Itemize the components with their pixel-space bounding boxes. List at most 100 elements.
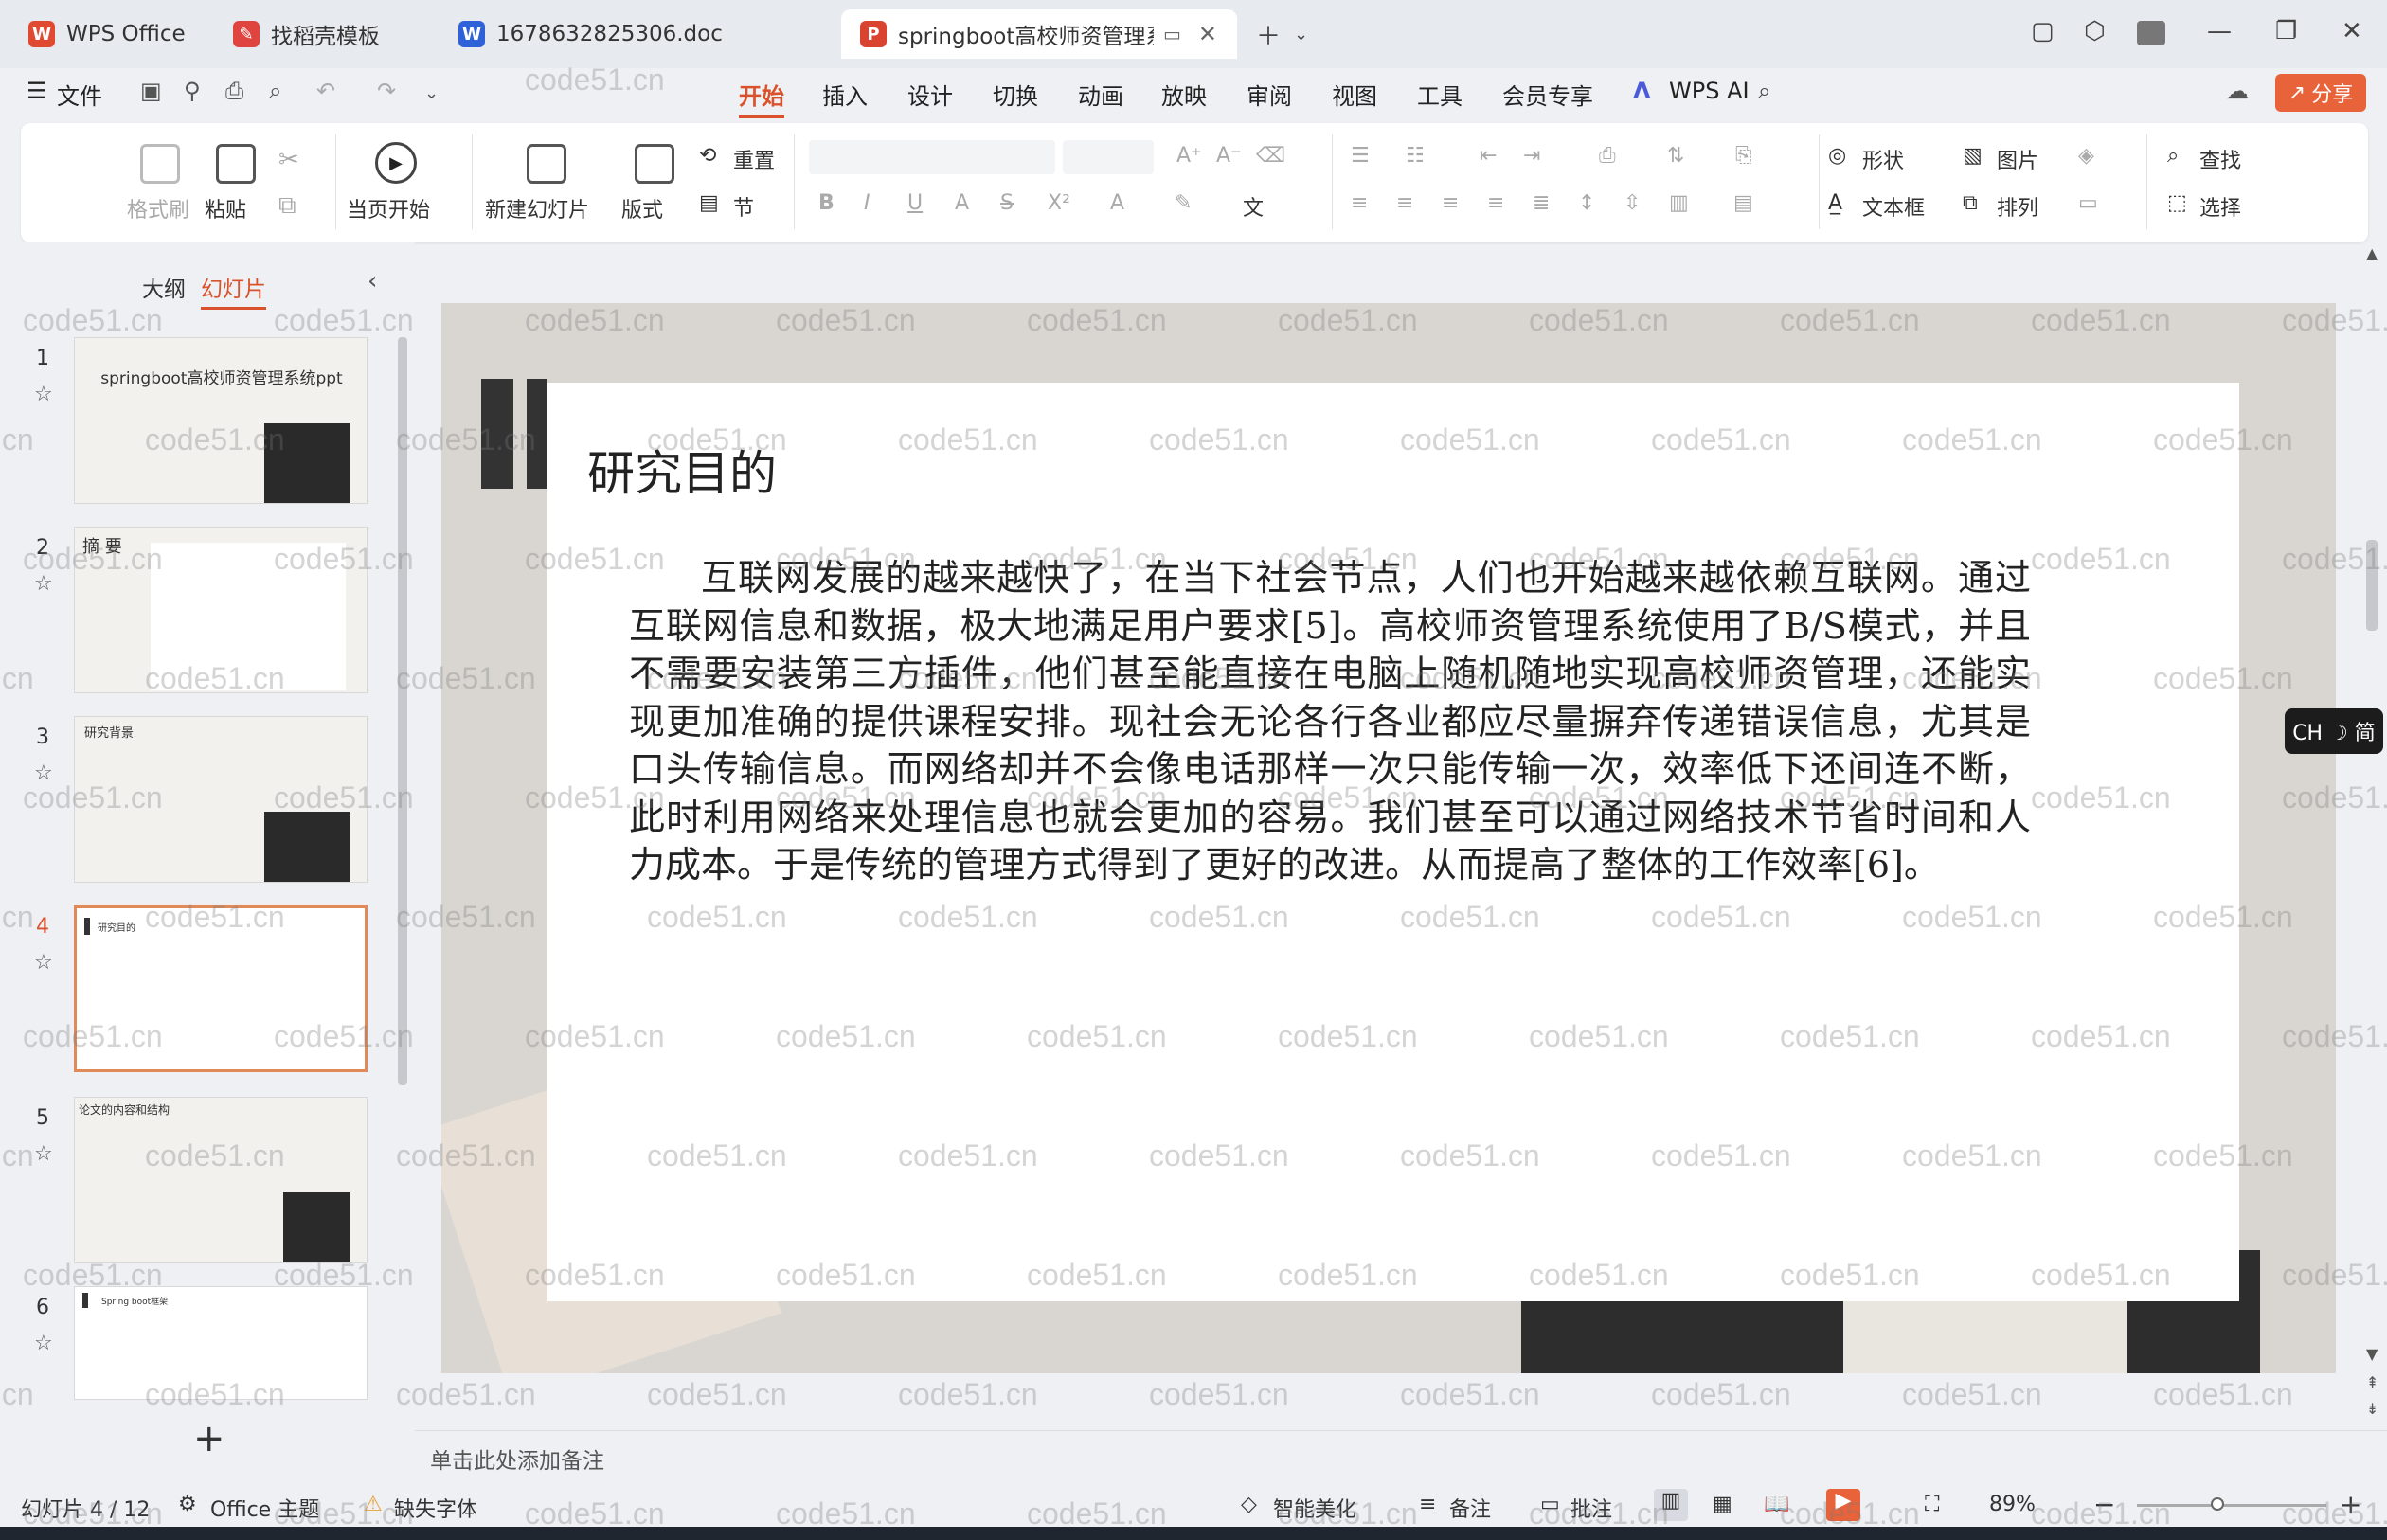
zoom-in-icon[interactable]: + bbox=[2340, 1489, 2361, 1520]
tab-docer[interactable]: ✎ 找稻壳模板 bbox=[214, 9, 428, 59]
maximize-icon[interactable]: ❐ bbox=[2275, 17, 2297, 45]
shadow-icon[interactable]: A bbox=[955, 191, 969, 215]
slide-thumbnail-2[interactable]: 摘 要 bbox=[74, 527, 368, 693]
normal-view-icon[interactable]: ▥ bbox=[1654, 1489, 1688, 1521]
section-button[interactable]: 节 bbox=[733, 191, 754, 222]
avatar[interactable] bbox=[2137, 21, 2165, 45]
slide-title[interactable]: 研究目的 bbox=[587, 436, 777, 504]
slide-sorter-icon[interactable]: ▦ bbox=[1713, 1493, 1732, 1516]
slide-thumbnail-1[interactable]: springboot高校师资管理系统ppt bbox=[74, 337, 368, 504]
monitor-icon[interactable]: ▭ bbox=[1163, 23, 1181, 45]
menu-member[interactable]: 会员专享 bbox=[1502, 78, 1593, 111]
distribute-icon[interactable]: ≣ bbox=[1533, 191, 1550, 215]
italic-icon[interactable]: I bbox=[864, 191, 870, 215]
copy-icon[interactable]: ⧉ bbox=[278, 191, 296, 221]
font-family-select[interactable] bbox=[809, 140, 1055, 174]
text-direction-icon[interactable]: ⎙ bbox=[1599, 144, 1616, 168]
save-icon[interactable]: ▣ bbox=[140, 78, 162, 104]
star-icon[interactable]: ☆ bbox=[34, 761, 53, 785]
cut-icon[interactable]: ✂ bbox=[278, 146, 299, 174]
line-spacing-icon[interactable]: ↕ bbox=[1578, 191, 1595, 215]
reset-button[interactable]: 重置 bbox=[733, 144, 775, 174]
scroll-down-icon[interactable]: ▼ bbox=[2366, 1345, 2378, 1363]
cloud-upload-icon[interactable]: ☁ bbox=[2226, 78, 2249, 104]
close-window-icon[interactable]: ✕ bbox=[2342, 17, 2362, 45]
add-slide-button[interactable]: + bbox=[193, 1417, 225, 1460]
comments-button[interactable]: 批注 bbox=[1570, 1493, 1612, 1523]
redo-icon[interactable]: ↷ bbox=[377, 78, 396, 104]
close-tab-icon[interactable]: ✕ bbox=[1198, 21, 1217, 47]
shape-button[interactable]: 形状 bbox=[1862, 144, 1904, 174]
menu-animation[interactable]: 动画 bbox=[1078, 78, 1123, 111]
chevron-down-icon[interactable]: ⌄ bbox=[1294, 25, 1308, 45]
format-brush-button[interactable]: 格式刷 bbox=[127, 193, 189, 224]
missing-font-link[interactable]: 缺失字体 bbox=[394, 1493, 477, 1523]
zoom-slider-thumb[interactable] bbox=[2211, 1497, 2224, 1511]
decrease-indent-icon[interactable]: ⇤ bbox=[1480, 144, 1497, 168]
theme-name[interactable]: Office 主题 bbox=[210, 1493, 319, 1523]
slide-thumbnail-3[interactable]: 研究背景 bbox=[74, 716, 368, 883]
customize-chevron-icon[interactable]: ⌄ bbox=[424, 83, 439, 103]
paragraph-spacing-icon[interactable]: ⇳ bbox=[1624, 191, 1641, 215]
increase-font-icon[interactable]: A⁺ bbox=[1176, 144, 1202, 168]
search-icon[interactable]: ⌕ bbox=[1758, 78, 1770, 104]
textbox-button[interactable]: 文本框 bbox=[1862, 191, 1925, 222]
highlight-icon[interactable]: ✎ bbox=[1175, 191, 1192, 215]
print-preview-icon[interactable]: ⌕ bbox=[269, 78, 281, 104]
scroll-up-icon[interactable]: ▲ bbox=[2366, 244, 2378, 262]
ime-indicator[interactable]: CH ☽ 简 bbox=[2285, 708, 2383, 754]
share-button[interactable]: ↗ 分享 bbox=[2275, 74, 2366, 112]
columns-icon[interactable]: ▥ bbox=[1669, 191, 1689, 215]
menu-home[interactable]: 开始 bbox=[739, 78, 784, 118]
menu-wps-ai[interactable]: WPS AI bbox=[1669, 78, 1750, 104]
star-icon[interactable]: ☆ bbox=[34, 1142, 53, 1166]
zoom-slider[interactable] bbox=[2137, 1504, 2326, 1507]
menu-slideshow[interactable]: 放映 bbox=[1161, 78, 1207, 111]
align-center-icon[interactable]: ≡ bbox=[1396, 191, 1413, 215]
thumbnail-scrollbar[interactable] bbox=[398, 337, 407, 1085]
select-button[interactable]: 选择 bbox=[2199, 191, 2241, 222]
star-icon[interactable]: ☆ bbox=[34, 951, 53, 975]
tab-wps-office[interactable]: W WPS Office bbox=[9, 9, 199, 59]
star-icon[interactable]: ☆ bbox=[34, 383, 53, 406]
arrange-button[interactable]: 排列 bbox=[1997, 191, 2038, 222]
undo-icon[interactable]: ↶ bbox=[316, 78, 335, 104]
prev-slide-icon[interactable]: ⇞ bbox=[2366, 1373, 2378, 1391]
collapse-panel-icon[interactable]: ‹ bbox=[368, 267, 377, 295]
canvas-scrollbar[interactable] bbox=[2366, 540, 2378, 631]
play-slideshow-icon[interactable]: ▶ bbox=[1826, 1489, 1860, 1521]
print-icon[interactable]: ⎙ bbox=[225, 78, 243, 104]
text-align-vertical-icon[interactable]: ▤ bbox=[1733, 191, 1753, 215]
bold-icon[interactable]: B bbox=[818, 191, 835, 215]
tab-slides[interactable]: 幻灯片 bbox=[201, 271, 266, 310]
window-layout-icon[interactable]: ▢ bbox=[2031, 17, 2055, 45]
tab-ppt-file[interactable]: P springboot高校师资管理系统 ▭ ✕ bbox=[841, 9, 1237, 59]
underline-icon[interactable]: U bbox=[907, 191, 923, 215]
tab-doc-file[interactable]: W 1678632825306.doc bbox=[440, 9, 835, 59]
minimize-icon[interactable]: — bbox=[2207, 17, 2232, 45]
pin-icon[interactable]: ⚲ bbox=[184, 78, 201, 104]
play-from-current-button[interactable]: 当页开始 bbox=[347, 193, 430, 224]
find-button[interactable]: 查找 bbox=[2199, 144, 2241, 174]
hamburger-icon[interactable]: ☰ bbox=[27, 78, 47, 104]
strikethrough-icon[interactable]: S bbox=[1000, 191, 1014, 215]
superscript-icon[interactable]: X² bbox=[1048, 191, 1070, 215]
menu-transition[interactable]: 切换 bbox=[993, 78, 1038, 111]
convert-icon[interactable]: ⎘ bbox=[1735, 144, 1752, 168]
next-slide-icon[interactable]: ⇟ bbox=[2366, 1400, 2378, 1418]
menu-design[interactable]: 设计 bbox=[907, 78, 953, 111]
smart-beautify-button[interactable]: 智能美化 bbox=[1273, 1493, 1356, 1523]
notes-toggle-button[interactable]: 备注 bbox=[1449, 1493, 1491, 1523]
star-icon[interactable]: ☆ bbox=[34, 1332, 53, 1355]
slide-body-text[interactable]: 互联网发展的越来越快了，在当下社会节点，人们也开始越来越依赖互联网。通过互联网信… bbox=[629, 554, 2031, 889]
fit-window-icon[interactable]: ⛶ bbox=[1925, 1493, 1939, 1516]
decrease-font-icon[interactable]: A⁻ bbox=[1216, 144, 1242, 168]
outline-icon[interactable]: ▭ bbox=[2078, 191, 2098, 215]
align-left-icon[interactable]: ≡ bbox=[1351, 191, 1368, 215]
tab-outline[interactable]: 大纲 bbox=[142, 271, 186, 303]
notes-placeholder[interactable]: 单击此处添加备注 bbox=[430, 1442, 604, 1475]
box-icon[interactable]: ⬡ bbox=[2084, 17, 2106, 45]
clear-format-icon[interactable]: ⌫ bbox=[1256, 144, 1285, 168]
font-size-select[interactable] bbox=[1063, 140, 1154, 174]
zoom-out-icon[interactable]: − bbox=[2093, 1489, 2115, 1520]
